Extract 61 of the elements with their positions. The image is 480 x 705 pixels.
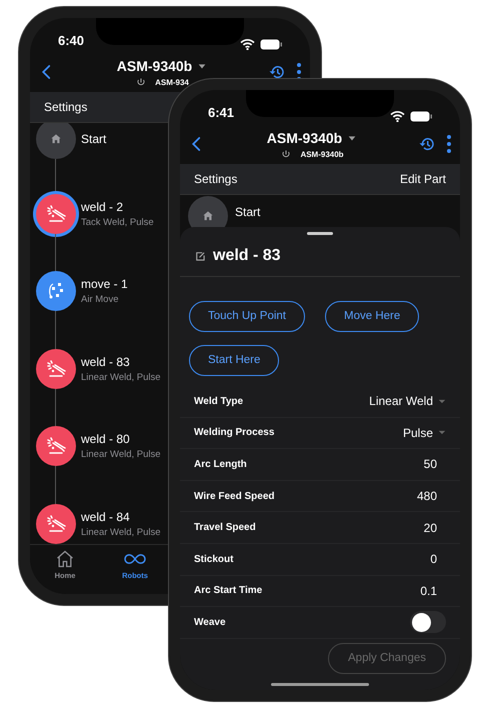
toggle-switch[interactable]	[410, 611, 446, 634]
field-value[interactable]: 50	[424, 455, 446, 474]
step-node[interactable]	[36, 504, 76, 544]
field-value[interactable]: 20	[424, 518, 446, 537]
dropdown[interactable]: Pulse	[402, 424, 446, 442]
step-detail: Linear Weld, Pulse	[81, 526, 161, 540]
step-detail: Air Move	[81, 293, 120, 308]
step-title: Start	[235, 204, 260, 221]
field-label: Wire Feed Speed	[194, 490, 274, 504]
status-time: 6:41	[208, 104, 234, 122]
field-label: Welding Process	[194, 426, 274, 440]
step-title: weld - 83	[81, 354, 131, 371]
status-time: 6:40	[58, 32, 84, 50]
field-label: Weave	[194, 616, 226, 630]
wifi-icon	[390, 110, 405, 122]
field-label: Stickout	[194, 552, 234, 567]
step-node[interactable]	[36, 194, 76, 234]
house-icon	[201, 209, 215, 223]
edit-icon[interactable]	[194, 250, 205, 261]
history-icon[interactable]	[268, 63, 286, 81]
field-label: Travel Speed	[194, 521, 256, 536]
field-value[interactable]: 0	[430, 550, 446, 568]
field-label: Arc Start Time	[194, 584, 262, 598]
caret-icon	[438, 398, 446, 404]
house-icon	[55, 549, 75, 569]
action-button[interactable]: Move Here	[325, 301, 420, 332]
battery-icon	[410, 110, 432, 122]
device-title[interactable]: ASM-9340b	[266, 128, 342, 148]
edit-part-link[interactable]: Edit Part	[400, 170, 446, 188]
caret-icon	[438, 430, 446, 436]
step-title: weld - 80	[81, 431, 131, 448]
step-node[interactable]	[36, 426, 76, 466]
settings-link[interactable]: Settings	[44, 98, 88, 116]
step-title: move - 1	[81, 276, 128, 294]
step-title: weld - 2	[81, 198, 124, 216]
step-title: Start	[81, 131, 106, 148]
drag-handle[interactable]	[307, 232, 333, 235]
step-node[interactable]	[36, 271, 76, 312]
field-label: Arc Length	[194, 458, 247, 472]
house-icon	[49, 132, 63, 146]
device-subtitle: ASM-934	[155, 76, 189, 88]
step-node[interactable]	[188, 196, 228, 229]
action-button[interactable]: Touch Up Point	[189, 301, 305, 332]
more-icon[interactable]	[446, 134, 452, 154]
field-label: Weld Type	[194, 394, 244, 409]
step-detail: Linear Weld, Pulse	[81, 370, 161, 385]
battery-icon	[260, 38, 282, 50]
device-title[interactable]: ASM-9340b	[116, 56, 192, 76]
step-node[interactable]	[36, 348, 76, 389]
step-detail: Tack Weld, Pulse	[81, 216, 154, 230]
sheet-title: weld - 83	[213, 246, 281, 266]
device-subtitle: ASM-9340b	[300, 148, 344, 160]
history-icon[interactable]	[418, 135, 436, 153]
settings-link[interactable]: Settings	[194, 170, 238, 188]
step-title: weld - 84	[81, 508, 131, 526]
step-detail: Linear Weld, Pulse	[81, 448, 161, 462]
action-button[interactable]: Start Here	[189, 345, 280, 376]
field-value[interactable]: 0.1	[420, 582, 446, 600]
dropdown[interactable]: Linear Weld	[369, 392, 446, 410]
wifi-icon	[240, 38, 255, 50]
field-value[interactable]: 480	[416, 487, 446, 506]
